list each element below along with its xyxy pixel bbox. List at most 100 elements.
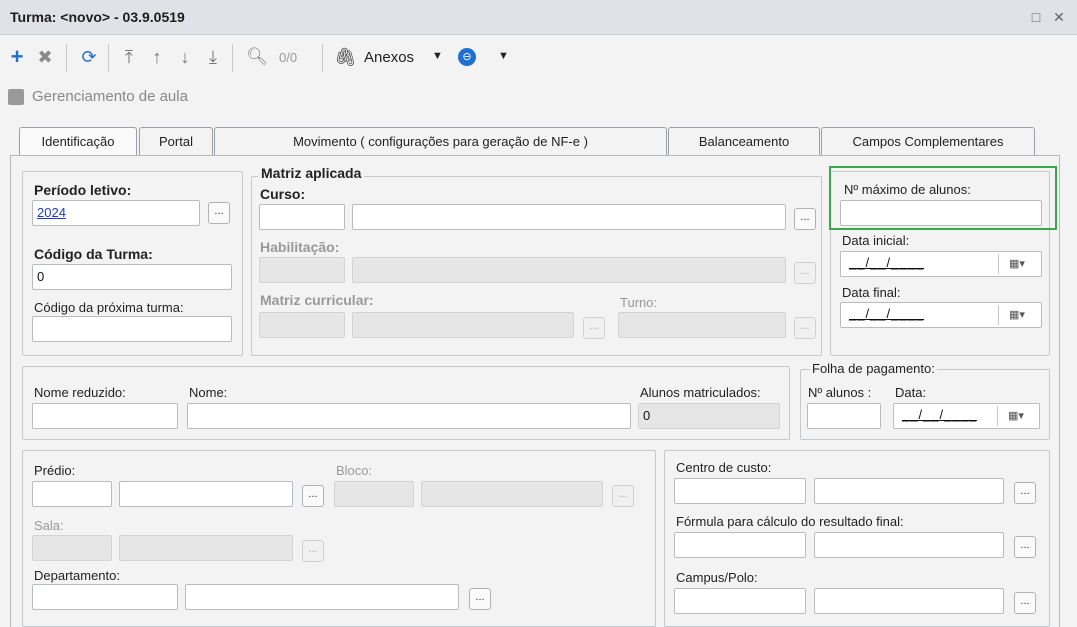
curso-lookup-button[interactable]: ...: [794, 208, 816, 230]
matriz-curricular-lookup-button: ...: [583, 317, 605, 339]
campus-lookup-button[interactable]: ...: [1014, 592, 1036, 614]
n-alunos-input[interactable]: [807, 403, 881, 429]
close-button[interactable]: ✕: [1050, 8, 1068, 26]
add-icon[interactable]: +: [6, 46, 28, 68]
codigo-turma-input[interactable]: 0: [32, 264, 232, 290]
curso-code-input[interactable]: [259, 204, 345, 230]
tab-movimento[interactable]: Movimento ( configurações para geração d…: [214, 127, 667, 155]
search-counter: 0/0: [279, 50, 298, 65]
data-final-field[interactable]: __/__/____ ▦▾: [840, 302, 1042, 328]
chevron-down-icon[interactable]: ▼: [432, 50, 443, 62]
folder-icon: [8, 89, 24, 105]
delete-icon[interactable]: ✖: [34, 46, 56, 68]
calendar-icon[interactable]: ▦▾: [997, 406, 1034, 426]
maximize-button[interactable]: □: [1027, 8, 1045, 26]
codigo-turma-label: Código da Turma:: [34, 246, 153, 262]
curso-label: Curso:: [260, 186, 306, 202]
toolbar-separator: [322, 44, 323, 72]
departamento-label: Departamento:: [34, 568, 120, 583]
data-inicial-value[interactable]: __/__/____: [849, 255, 924, 270]
alunos-matriculados-label: Alunos matriculados:: [640, 385, 761, 400]
predio-label: Prédio:: [34, 463, 76, 478]
calendar-icon[interactable]: ▦▾: [998, 254, 1035, 274]
n-alunos-label: Nº alunos :: [808, 385, 872, 400]
habilitacao-code-input: [259, 257, 345, 283]
calendar-icon[interactable]: ▦▾: [998, 305, 1035, 325]
toolbar-separator: [66, 44, 67, 72]
matriz-curricular-label: Matriz curricular:: [260, 292, 374, 308]
data-final-label: Data final:: [842, 285, 901, 300]
toolbar-separator: [108, 44, 109, 72]
predio-lookup-button[interactable]: ...: [302, 485, 324, 507]
turno-lookup-button: ...: [794, 317, 816, 339]
departamento-name-input[interactable]: [185, 584, 459, 610]
attachments-menu[interactable]: Anexos: [364, 49, 414, 66]
nome-reduzido-label: Nome reduzido:: [34, 385, 126, 400]
folha-data-value[interactable]: __/__/____: [902, 407, 977, 422]
search-icon[interactable]: 🔍︎: [246, 46, 268, 68]
data-final-value[interactable]: __/__/____: [849, 306, 924, 321]
nome-label: Nome:: [189, 385, 228, 400]
next-record-icon[interactable]: ↓: [174, 46, 196, 68]
previous-record-icon[interactable]: ↑: [146, 46, 168, 68]
matriz-curricular-code-input: [259, 312, 345, 338]
campus-name-input[interactable]: [814, 588, 1004, 614]
periodo-lookup-button[interactable]: ...: [208, 202, 230, 224]
nome-reduzido-input[interactable]: [32, 403, 178, 429]
window-title: Turma: <novo> - 03.9.0519: [10, 9, 185, 25]
codigo-proxima-turma-label: Código da próxima turma:: [34, 300, 184, 315]
habilitacao-label: Habilitação:: [260, 239, 340, 255]
turno-input: [618, 312, 786, 338]
folha-pagamento-legend: Folha de pagamento:: [810, 361, 937, 376]
sala-label: Sala:: [34, 518, 64, 533]
formula-name-input[interactable]: [814, 532, 1004, 558]
predio-code-input[interactable]: [32, 481, 112, 507]
class-management-label: Gerenciamento de aula: [32, 88, 188, 105]
paperclip-icon: 🖇︎: [334, 47, 357, 67]
habilitacao-name-input: [352, 257, 786, 283]
departamento-lookup-button[interactable]: ...: [469, 588, 491, 610]
bloco-lookup-button: ...: [612, 485, 634, 507]
sala-lookup-button: ...: [302, 540, 324, 562]
departamento-code-input[interactable]: [32, 584, 178, 610]
matriz-aplicada-legend: Matriz aplicada: [258, 165, 365, 181]
bloco-code-input: [334, 481, 414, 507]
folha-data-label: Data:: [895, 385, 927, 400]
periodo-letivo-field[interactable]: 2024: [32, 200, 200, 226]
last-record-icon[interactable]: ⤓: [202, 46, 224, 68]
nome-input[interactable]: [187, 403, 631, 429]
sala-name-input: [119, 535, 293, 561]
process-icon[interactable]: ⊖: [458, 48, 476, 66]
turno-label: Turno:: [620, 295, 658, 310]
habilitacao-lookup-button: ...: [794, 262, 816, 284]
centro-custo-code-input[interactable]: [674, 478, 806, 504]
toolbar-separator: [232, 44, 233, 72]
centro-custo-label: Centro de custo:: [676, 460, 772, 475]
centro-custo-lookup-button[interactable]: ...: [1014, 482, 1036, 504]
periodo-letivo-label: Período letivo:: [34, 182, 132, 198]
curso-name-input[interactable]: [352, 204, 786, 230]
data-inicial-label: Data inicial:: [842, 233, 910, 248]
tab-portal[interactable]: Portal: [139, 127, 213, 155]
alunos-matriculados-input: 0: [638, 403, 780, 429]
sala-code-input: [32, 535, 112, 561]
formula-lookup-button[interactable]: ...: [1014, 536, 1036, 558]
centro-custo-name-input[interactable]: [814, 478, 1004, 504]
data-inicial-field[interactable]: __/__/____ ▦▾: [840, 251, 1042, 277]
chevron-down-icon[interactable]: ▼: [498, 50, 509, 62]
bloco-name-input: [421, 481, 603, 507]
codigo-proxima-turma-input[interactable]: [32, 316, 232, 342]
refresh-icon[interactable]: ⟳: [78, 46, 100, 68]
highlight-box: [829, 166, 1057, 230]
campus-code-input[interactable]: [674, 588, 806, 614]
formula-code-input[interactable]: [674, 532, 806, 558]
tab-identificacao[interactable]: Identificação: [19, 127, 137, 157]
folha-data-field[interactable]: __/__/____ ▦▾: [893, 403, 1040, 429]
first-record-icon[interactable]: ⤒: [118, 46, 140, 68]
periodo-letivo-link[interactable]: 2024: [37, 205, 66, 220]
tab-balanceamento[interactable]: Balanceamento: [668, 127, 820, 155]
predio-name-input[interactable]: [119, 481, 293, 507]
matriz-curricular-name-input: [352, 312, 574, 338]
tab-campos-complementares[interactable]: Campos Complementares: [821, 127, 1035, 155]
bloco-label: Bloco:: [336, 463, 373, 478]
